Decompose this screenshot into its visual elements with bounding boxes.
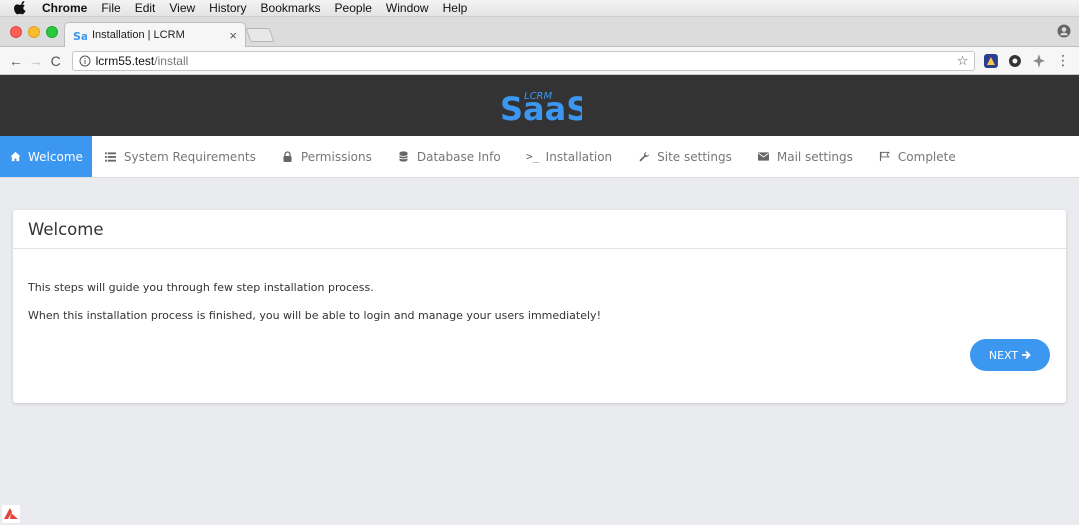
home-icon xyxy=(9,151,21,163)
nav-item-welcome[interactable]: Welcome xyxy=(0,136,92,177)
apple-icon[interactable] xyxy=(14,1,28,15)
installer-nav: Welcome System Requirements Permissions … xyxy=(0,136,1079,178)
tab-title: Installation | LCRM xyxy=(92,29,185,41)
nav-item-label: System Requirements xyxy=(123,149,256,164)
nav-item-label: Site settings xyxy=(657,149,732,164)
nav-item-label: Installation xyxy=(545,149,613,164)
intro-text-line-2: When this installation process is finish… xyxy=(28,309,601,322)
nav-item-label: Permissions xyxy=(300,149,372,164)
menu-bookmarks[interactable]: Bookmarks xyxy=(261,1,321,15)
menu-view[interactable]: View xyxy=(169,1,195,15)
bookmark-star-icon[interactable]: ☆ xyxy=(957,53,969,69)
wrench-icon xyxy=(638,151,650,163)
url-path: /install xyxy=(154,53,189,68)
database-icon xyxy=(398,151,410,163)
welcome-card: Welcome This steps will guide you throug… xyxy=(13,210,1066,403)
forward-arrow-icon[interactable]: → xyxy=(26,53,46,69)
nav-item-permissions[interactable]: Permissions xyxy=(269,136,385,177)
mac-menubar: Chrome File Edit View History Bookmarks … xyxy=(0,0,1079,17)
intro-text-line-1: This steps will guide you through few st… xyxy=(28,281,374,294)
menu-file[interactable]: File xyxy=(101,1,120,15)
nav-item-label: Complete xyxy=(897,149,956,164)
close-window-button[interactable] xyxy=(10,26,22,38)
nav-item-complete[interactable]: Complete xyxy=(866,136,969,177)
flag-icon xyxy=(879,151,891,163)
list-icon xyxy=(105,151,117,163)
nav-item-site-settings[interactable]: Site settings xyxy=(625,136,745,177)
zoom-window-button[interactable] xyxy=(46,26,58,38)
browser-tab[interactable]: Sa Installation | LCRM × xyxy=(64,22,246,47)
profile-icon[interactable] xyxy=(1057,24,1071,38)
card-title: Welcome xyxy=(13,210,1066,249)
menu-edit[interactable]: Edit xyxy=(135,1,156,15)
nav-item-label: Mail settings xyxy=(776,149,853,164)
settings-extension-icon[interactable] xyxy=(1007,53,1023,69)
kebab-menu-icon[interactable]: ⋮ xyxy=(1053,52,1073,69)
new-tab-button[interactable] xyxy=(245,28,275,42)
menu-help[interactable]: Help xyxy=(443,1,468,15)
menu-window[interactable]: Window xyxy=(386,1,429,15)
nav-item-label: Database Info xyxy=(416,149,501,164)
card-body: This steps will guide you through few st… xyxy=(13,249,1066,322)
logo-small-text: LCRM xyxy=(524,91,553,102)
back-arrow-icon[interactable]: ← xyxy=(6,53,26,69)
nav-item-system-requirements[interactable]: System Requirements xyxy=(92,136,269,177)
svg-text:Sa: Sa xyxy=(73,30,87,41)
address-bar[interactable]: lcrm55.test/install ☆ xyxy=(71,50,976,71)
next-button-label: NEXT xyxy=(988,348,1019,362)
menu-chrome[interactable]: Chrome xyxy=(42,1,87,15)
next-button[interactable]: NEXT xyxy=(970,339,1050,371)
nav-item-mail-settings[interactable]: Mail settings xyxy=(745,136,866,177)
info-icon[interactable] xyxy=(79,55,91,67)
tab-strip: Sa Installation | LCRM × xyxy=(0,17,1079,47)
sparkle-extension-icon[interactable] xyxy=(1031,53,1047,69)
minimize-window-button[interactable] xyxy=(28,26,40,38)
terminal-icon: >_ xyxy=(526,150,540,163)
menu-people[interactable]: People xyxy=(335,1,372,15)
window-controls xyxy=(10,26,58,38)
saas-logo[interactable]: SaaS LCRM xyxy=(498,86,582,126)
arrow-right-icon xyxy=(1022,350,1031,360)
nav-item-database-info[interactable]: Database Info xyxy=(385,136,514,177)
corner-app-icon[interactable] xyxy=(2,505,20,523)
nav-item-label: Welcome xyxy=(28,149,83,164)
envelope-icon xyxy=(758,151,770,163)
nav-item-installation[interactable]: >_ Installation xyxy=(514,136,625,177)
saas-favicon-icon: Sa xyxy=(73,30,87,41)
browser-toolbar: ← → C lcrm55.test/install ☆ ⋮ xyxy=(0,47,1079,75)
app-header: SaaS LCRM xyxy=(0,75,1079,136)
url-host: lcrm55.test xyxy=(95,53,155,68)
menu-history[interactable]: History xyxy=(209,1,246,15)
reload-icon[interactable]: C xyxy=(46,53,66,69)
extension-icon[interactable] xyxy=(983,53,999,69)
lock-icon xyxy=(282,151,294,163)
close-icon[interactable]: × xyxy=(229,28,237,43)
